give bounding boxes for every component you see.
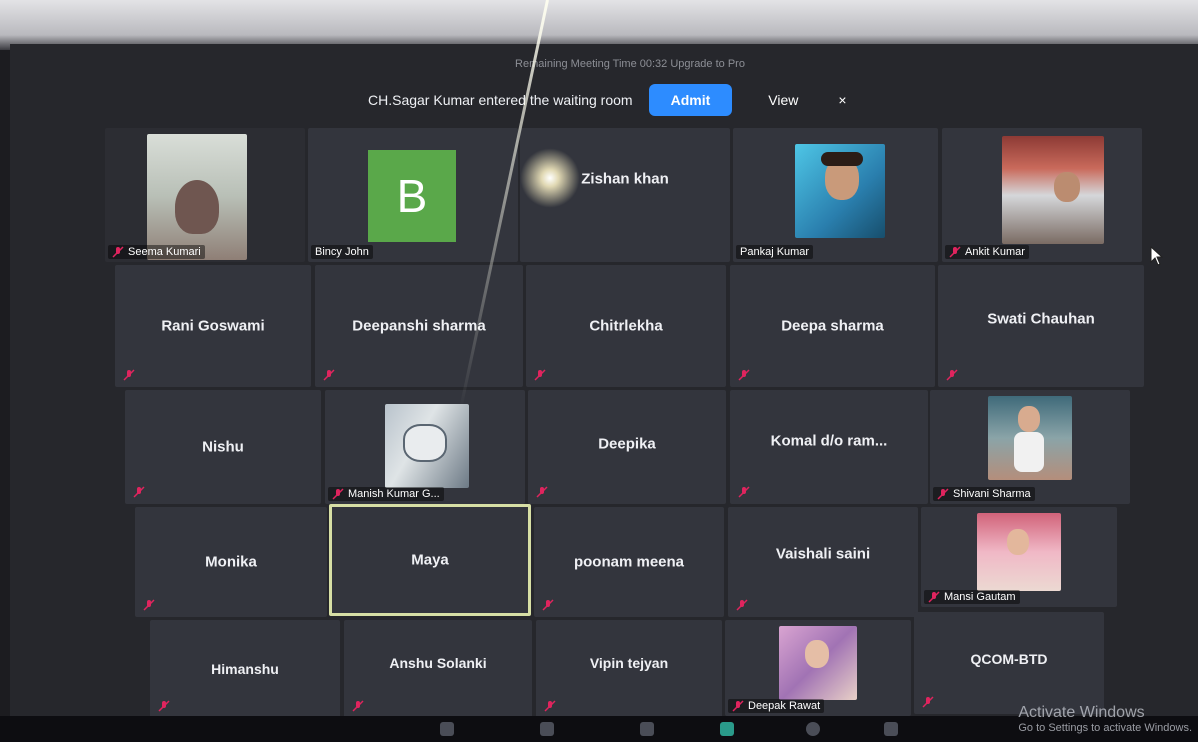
taskbar-icon[interactable] bbox=[884, 722, 898, 736]
participant-video bbox=[988, 396, 1072, 480]
activate-windows-watermark: Activate Windows Go to Settings to activ… bbox=[1018, 704, 1192, 734]
participant-tile[interactable]: Vipin tejyan bbox=[536, 620, 722, 718]
microphone-muted-icon bbox=[542, 599, 554, 611]
participant-tile[interactable]: Mansi Gautam bbox=[921, 507, 1117, 607]
participant-name: Zishan khan bbox=[581, 170, 669, 188]
microphone-muted-icon bbox=[937, 488, 949, 500]
participant-tile[interactable]: Vaishali saini bbox=[728, 507, 918, 617]
participant-tile[interactable]: Deepak Rawat bbox=[725, 620, 911, 716]
participant-tile[interactable]: Shivani Sharma bbox=[930, 390, 1130, 504]
waiting-room-message: CH.Sagar Kumar entered the waiting room bbox=[368, 92, 633, 108]
participant-tile[interactable]: B Bincy John bbox=[308, 128, 518, 262]
microphone-muted-icon bbox=[143, 599, 155, 611]
participant-tile[interactable]: Seema Kumari bbox=[105, 128, 305, 262]
microphone-muted-icon bbox=[123, 369, 135, 381]
waiting-room-notification: CH.Sagar Kumar entered the waiting room … bbox=[368, 82, 888, 118]
participant-tile[interactable]: Monika bbox=[135, 507, 327, 617]
participant-tile[interactable]: Swati Chauhan bbox=[938, 265, 1144, 387]
participant-name-label: Ankit Kumar bbox=[945, 245, 1029, 259]
participant-name: Nishu bbox=[202, 438, 244, 456]
microphone-muted-icon bbox=[946, 369, 958, 381]
participant-tile[interactable]: Chitrlekha bbox=[526, 265, 726, 387]
participant-name: Vipin tejyan bbox=[589, 655, 669, 672]
participant-tile[interactable]: Nishu bbox=[125, 390, 321, 504]
close-notification-icon[interactable]: × bbox=[838, 92, 846, 108]
participant-name-label: Shivani Sharma bbox=[933, 487, 1035, 501]
participant-video bbox=[147, 134, 247, 260]
microphone-muted-icon bbox=[738, 369, 750, 381]
taskbar-icon[interactable] bbox=[640, 722, 654, 736]
participant-tile[interactable]: Himanshu bbox=[150, 620, 340, 718]
taskbar-icon[interactable] bbox=[720, 722, 734, 736]
microphone-muted-icon bbox=[352, 700, 364, 712]
participant-tile[interactable]: Pankaj Kumar bbox=[733, 128, 938, 262]
admit-button[interactable]: Admit bbox=[648, 84, 733, 116]
activate-windows-subtitle: Go to Settings to activate Windows. bbox=[1018, 722, 1192, 734]
taskbar-icon[interactable] bbox=[806, 722, 820, 736]
microphone-muted-icon bbox=[536, 486, 548, 498]
participant-name-label: Deepak Rawat bbox=[728, 699, 825, 713]
view-button[interactable]: View bbox=[768, 92, 798, 108]
participant-tile[interactable]: Deepanshi sharma bbox=[315, 265, 523, 387]
participant-name: Rani Goswami bbox=[161, 317, 265, 335]
participant-name-label: Bincy John bbox=[311, 245, 373, 259]
participant-name: Monika bbox=[205, 553, 257, 571]
participant-name-label: Mansi Gautam bbox=[924, 590, 1020, 604]
microphone-muted-icon bbox=[738, 486, 750, 498]
participant-tile[interactable]: Deepika bbox=[528, 390, 726, 504]
participant-name-label: Pankaj Kumar bbox=[736, 245, 814, 259]
participant-name: Maya bbox=[411, 551, 449, 569]
mouse-pointer-icon bbox=[1150, 246, 1164, 266]
participant-video bbox=[385, 404, 469, 488]
participant-tile[interactable]: poonam meena bbox=[534, 507, 724, 617]
participant-name: Chitrlekha bbox=[589, 317, 663, 335]
participant-name: Swati Chauhan bbox=[987, 310, 1095, 328]
participant-name-label: Manish Kumar G... bbox=[328, 487, 444, 501]
participant-tile[interactable]: Ankit Kumar bbox=[942, 128, 1142, 262]
participant-tile[interactable]: Komal d/o ram... bbox=[730, 390, 928, 504]
microphone-muted-icon bbox=[949, 246, 961, 258]
participant-video bbox=[977, 513, 1061, 591]
participant-tile[interactable]: Rani Goswami bbox=[115, 265, 311, 387]
microphone-muted-icon bbox=[736, 599, 748, 611]
participant-name: poonam meena bbox=[573, 553, 685, 571]
avatar: B bbox=[368, 150, 456, 242]
microphone-muted-icon bbox=[544, 700, 556, 712]
microphone-muted-icon bbox=[732, 700, 744, 712]
participant-name: Deepanshi sharma bbox=[352, 317, 486, 335]
microphone-muted-icon bbox=[158, 700, 170, 712]
participant-video bbox=[795, 144, 885, 238]
activate-windows-title: Activate Windows bbox=[1018, 704, 1145, 721]
microphone-muted-icon bbox=[332, 488, 344, 500]
participant-name: Deepika bbox=[598, 435, 656, 453]
participant-tile[interactable]: Anshu Solanki bbox=[344, 620, 532, 718]
participant-name: QCOM-BTD bbox=[970, 650, 1048, 667]
taskbar-icon[interactable] bbox=[540, 722, 554, 736]
participant-tile[interactable]: Deepa sharma bbox=[730, 265, 935, 387]
meeting-timer: Remaining Meeting Time 00:32 Upgrade to … bbox=[515, 58, 745, 70]
participant-name-label: Seema Kumari bbox=[108, 245, 205, 259]
microphone-muted-icon bbox=[112, 246, 124, 258]
participant-name: Anshu Solanki bbox=[389, 655, 487, 672]
microphone-muted-icon bbox=[323, 369, 335, 381]
participant-name: Komal d/o ram... bbox=[770, 432, 888, 450]
taskbar-icon[interactable] bbox=[440, 722, 454, 736]
participant-video bbox=[1002, 136, 1104, 244]
participant-name: Deepa sharma bbox=[781, 317, 884, 335]
participant-name: Vaishali saini bbox=[775, 545, 871, 563]
participant-tile-active-speaker[interactable]: Maya bbox=[329, 504, 531, 616]
participant-tile[interactable]: QCOM-BTD bbox=[914, 612, 1104, 714]
participant-tile[interactable]: Manish Kumar G... bbox=[325, 390, 525, 504]
participant-video bbox=[779, 626, 857, 700]
microphone-muted-icon bbox=[928, 591, 940, 603]
microphone-muted-icon bbox=[922, 696, 934, 708]
participant-name: Himanshu bbox=[211, 661, 279, 677]
participant-tile[interactable]: Zishan khan bbox=[520, 128, 730, 262]
browser-top-strip bbox=[0, 0, 1198, 50]
microphone-muted-icon bbox=[133, 486, 145, 498]
microphone-muted-icon bbox=[534, 369, 546, 381]
